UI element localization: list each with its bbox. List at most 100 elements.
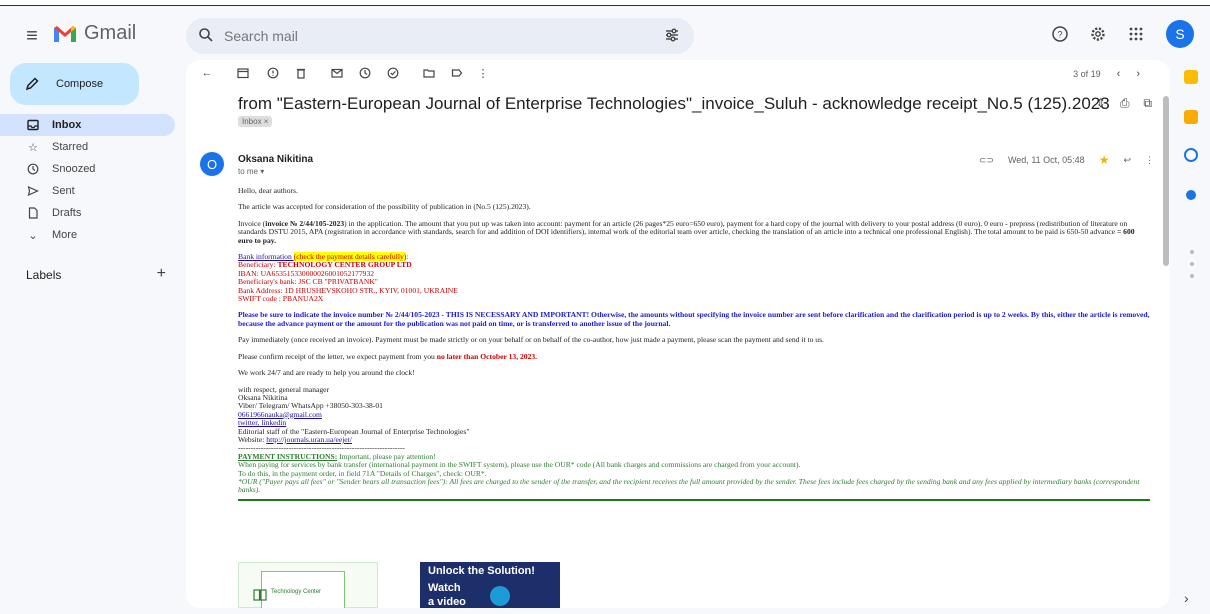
archive-icon[interactable]: [236, 66, 250, 80]
sidebar-item-more[interactable]: ⌄ More: [0, 224, 178, 246]
show-side-panel-icon[interactable]: ›: [1184, 590, 1189, 606]
rail-dot: [1190, 250, 1194, 254]
add-label-button[interactable]: +: [157, 265, 166, 283]
sidebar-item-label: Sent: [52, 185, 75, 197]
calendar-icon[interactable]: [1184, 70, 1198, 84]
video-label: a video: [428, 596, 466, 608]
message-date: Wed, 11 Oct, 05:48: [1007, 155, 1085, 165]
technology-center-banner[interactable]: Technology Center: [238, 562, 378, 608]
app-name: Gmail: [84, 22, 137, 44]
settings-icon[interactable]: [1086, 22, 1110, 46]
tasks-icon[interactable]: [1184, 148, 1198, 162]
sidebar-item-label: Snoozed: [52, 163, 96, 175]
mascot-icon: [490, 586, 510, 606]
menu-icon[interactable]: ≡: [20, 24, 44, 48]
sidebar-item-label: Starred: [52, 141, 89, 153]
svg-text:?: ?: [1057, 30, 1062, 40]
email-body: Hello, dear authors. The article was acc…: [238, 186, 1150, 501]
clock-icon: [26, 163, 40, 175]
draft-icon: [26, 207, 40, 219]
reply-icon[interactable]: ↩: [1123, 155, 1131, 166]
sidebar-item-sent[interactable]: Sent: [0, 180, 178, 202]
gmail-logo[interactable]: Gmail: [52, 22, 136, 45]
star-icon[interactable]: ★: [1099, 153, 1110, 167]
email-subject: from "Eastern-European Journal of Enterp…: [238, 94, 1110, 113]
chevron-down-icon: ⌄: [28, 229, 38, 242]
open-new-window-icon[interactable]: ⧉: [1143, 96, 1152, 111]
pencil-icon: [25, 77, 39, 91]
apps-icon[interactable]: [1124, 22, 1148, 46]
sender-avatar[interactable]: O: [200, 152, 224, 176]
accepted-paragraph: The article was accepted for considerati…: [238, 202, 531, 212]
unlock-title: Unlock the Solution!: [428, 565, 535, 577]
sidebar-nav: Inbox ☆ Starred Snoozed Sent Drafts ⌄ Mo…: [0, 114, 178, 246]
pager: 3 of 19 ‹ ›: [1073, 68, 1140, 80]
sidebar-item-drafts[interactable]: Drafts: [0, 202, 178, 224]
message-toolbar: ← ⋮ 3 of 19 ‹ ›: [186, 60, 1170, 88]
rail-dot: [1190, 262, 1194, 266]
inbox-label-chip[interactable]: Inbox ×: [238, 116, 273, 127]
signature-email-link[interactable]: 0661966nauka@gmail.com: [238, 410, 1150, 419]
search-options-icon[interactable]: [664, 27, 680, 43]
delete-icon[interactable]: [294, 66, 308, 80]
rail-dot: [1190, 274, 1194, 278]
compose-label: Compose: [56, 78, 104, 90]
sidebar-item-snoozed[interactable]: Snoozed: [0, 158, 178, 180]
header-actions: ? S: [1048, 20, 1194, 48]
subject-actions: ⇕ ⎙ ⧉: [1096, 96, 1152, 111]
search-icon[interactable]: [198, 27, 214, 43]
sidebar-item-label: More: [52, 229, 78, 241]
back-arrow-icon[interactable]: ←: [200, 66, 214, 80]
more-vert-icon[interactable]: ⋮: [1145, 155, 1154, 166]
more-vert-icon[interactable]: ⋮: [476, 66, 490, 80]
sidebar-item-inbox[interactable]: Inbox: [0, 114, 175, 136]
book-icon: [253, 589, 267, 601]
important-notice: Please be sure to indicate the invoice n…: [238, 310, 1150, 328]
message-panel: ← ⋮ 3 of 19 ‹ › from "Eastern-European J…: [186, 60, 1170, 608]
signature: with respect, general manager Oksana Nik…: [238, 385, 1150, 453]
bank-details: Bank information (check the payment deta…: [238, 252, 458, 304]
search-input[interactable]: [218, 18, 638, 54]
sidebar-item-starred[interactable]: ☆ Starred: [0, 136, 178, 158]
header: ≡ Gmail ?: [0, 12, 1210, 60]
scrollbar-thumb[interactable]: [1163, 96, 1169, 266]
search-bar[interactable]: [186, 18, 694, 54]
send-icon: [26, 185, 40, 197]
account-avatar[interactable]: S: [1166, 20, 1194, 48]
greeting: Hello, dear authors.: [238, 186, 298, 195]
top-border: [0, 0, 1210, 6]
expand-collapse-icon[interactable]: ⇕: [1096, 96, 1106, 111]
sidebar-item-label: Drafts: [52, 207, 82, 219]
watch-label: Watch: [428, 582, 461, 594]
contacts-icon[interactable]: [1186, 190, 1196, 200]
pay-immediately: Pay immediately (once received an invoic…: [238, 335, 824, 345]
green-divider: [238, 498, 1150, 501]
newer-arrow-icon[interactable]: ‹: [1117, 68, 1121, 80]
star-icon: ☆: [28, 141, 38, 154]
help-icon[interactable]: ?: [1048, 22, 1072, 46]
mark-unread-icon[interactable]: [330, 66, 344, 80]
message-meta: ⊂⊃ Wed, 11 Oct, 05:48 ★ ↩ ⋮: [979, 153, 1154, 167]
swift-code: SWIFT code : PBANUA2X: [238, 294, 324, 304]
work-paragraph: We work 24/7 and are ready to help you a…: [238, 368, 415, 378]
compose-button[interactable]: Compose: [10, 63, 139, 105]
keep-icon[interactable]: [1184, 110, 1198, 124]
inbox-icon: [26, 119, 40, 131]
labels-header: Labels +: [26, 265, 166, 283]
deadline: no later than October 13, 2023.: [436, 351, 538, 361]
add-task-icon[interactable]: [386, 66, 400, 80]
unlock-solution-banner[interactable]: Unlock the Solution! Watch a video: [420, 562, 560, 608]
sender-name[interactable]: Oksana Nikitina: [238, 154, 313, 165]
recipient-details[interactable]: to me ▾: [238, 167, 264, 176]
confirm-paragraph: Please confirm receipt of the letter, we…: [238, 351, 538, 361]
labels-title: Labels: [26, 268, 62, 282]
snooze-icon[interactable]: [358, 66, 372, 80]
pager-count: 3 of 19: [1073, 69, 1101, 79]
invoice-paragraph: Invoice (invoice № 2/44/105-2023) in the…: [238, 218, 1135, 245]
label-icon[interactable]: [450, 66, 464, 80]
report-spam-icon[interactable]: [266, 66, 280, 80]
move-to-icon[interactable]: [422, 66, 436, 80]
tc-label: Technology Center: [271, 589, 322, 595]
print-icon[interactable]: ⎙: [1120, 96, 1130, 111]
older-arrow-icon[interactable]: ›: [1136, 68, 1140, 80]
